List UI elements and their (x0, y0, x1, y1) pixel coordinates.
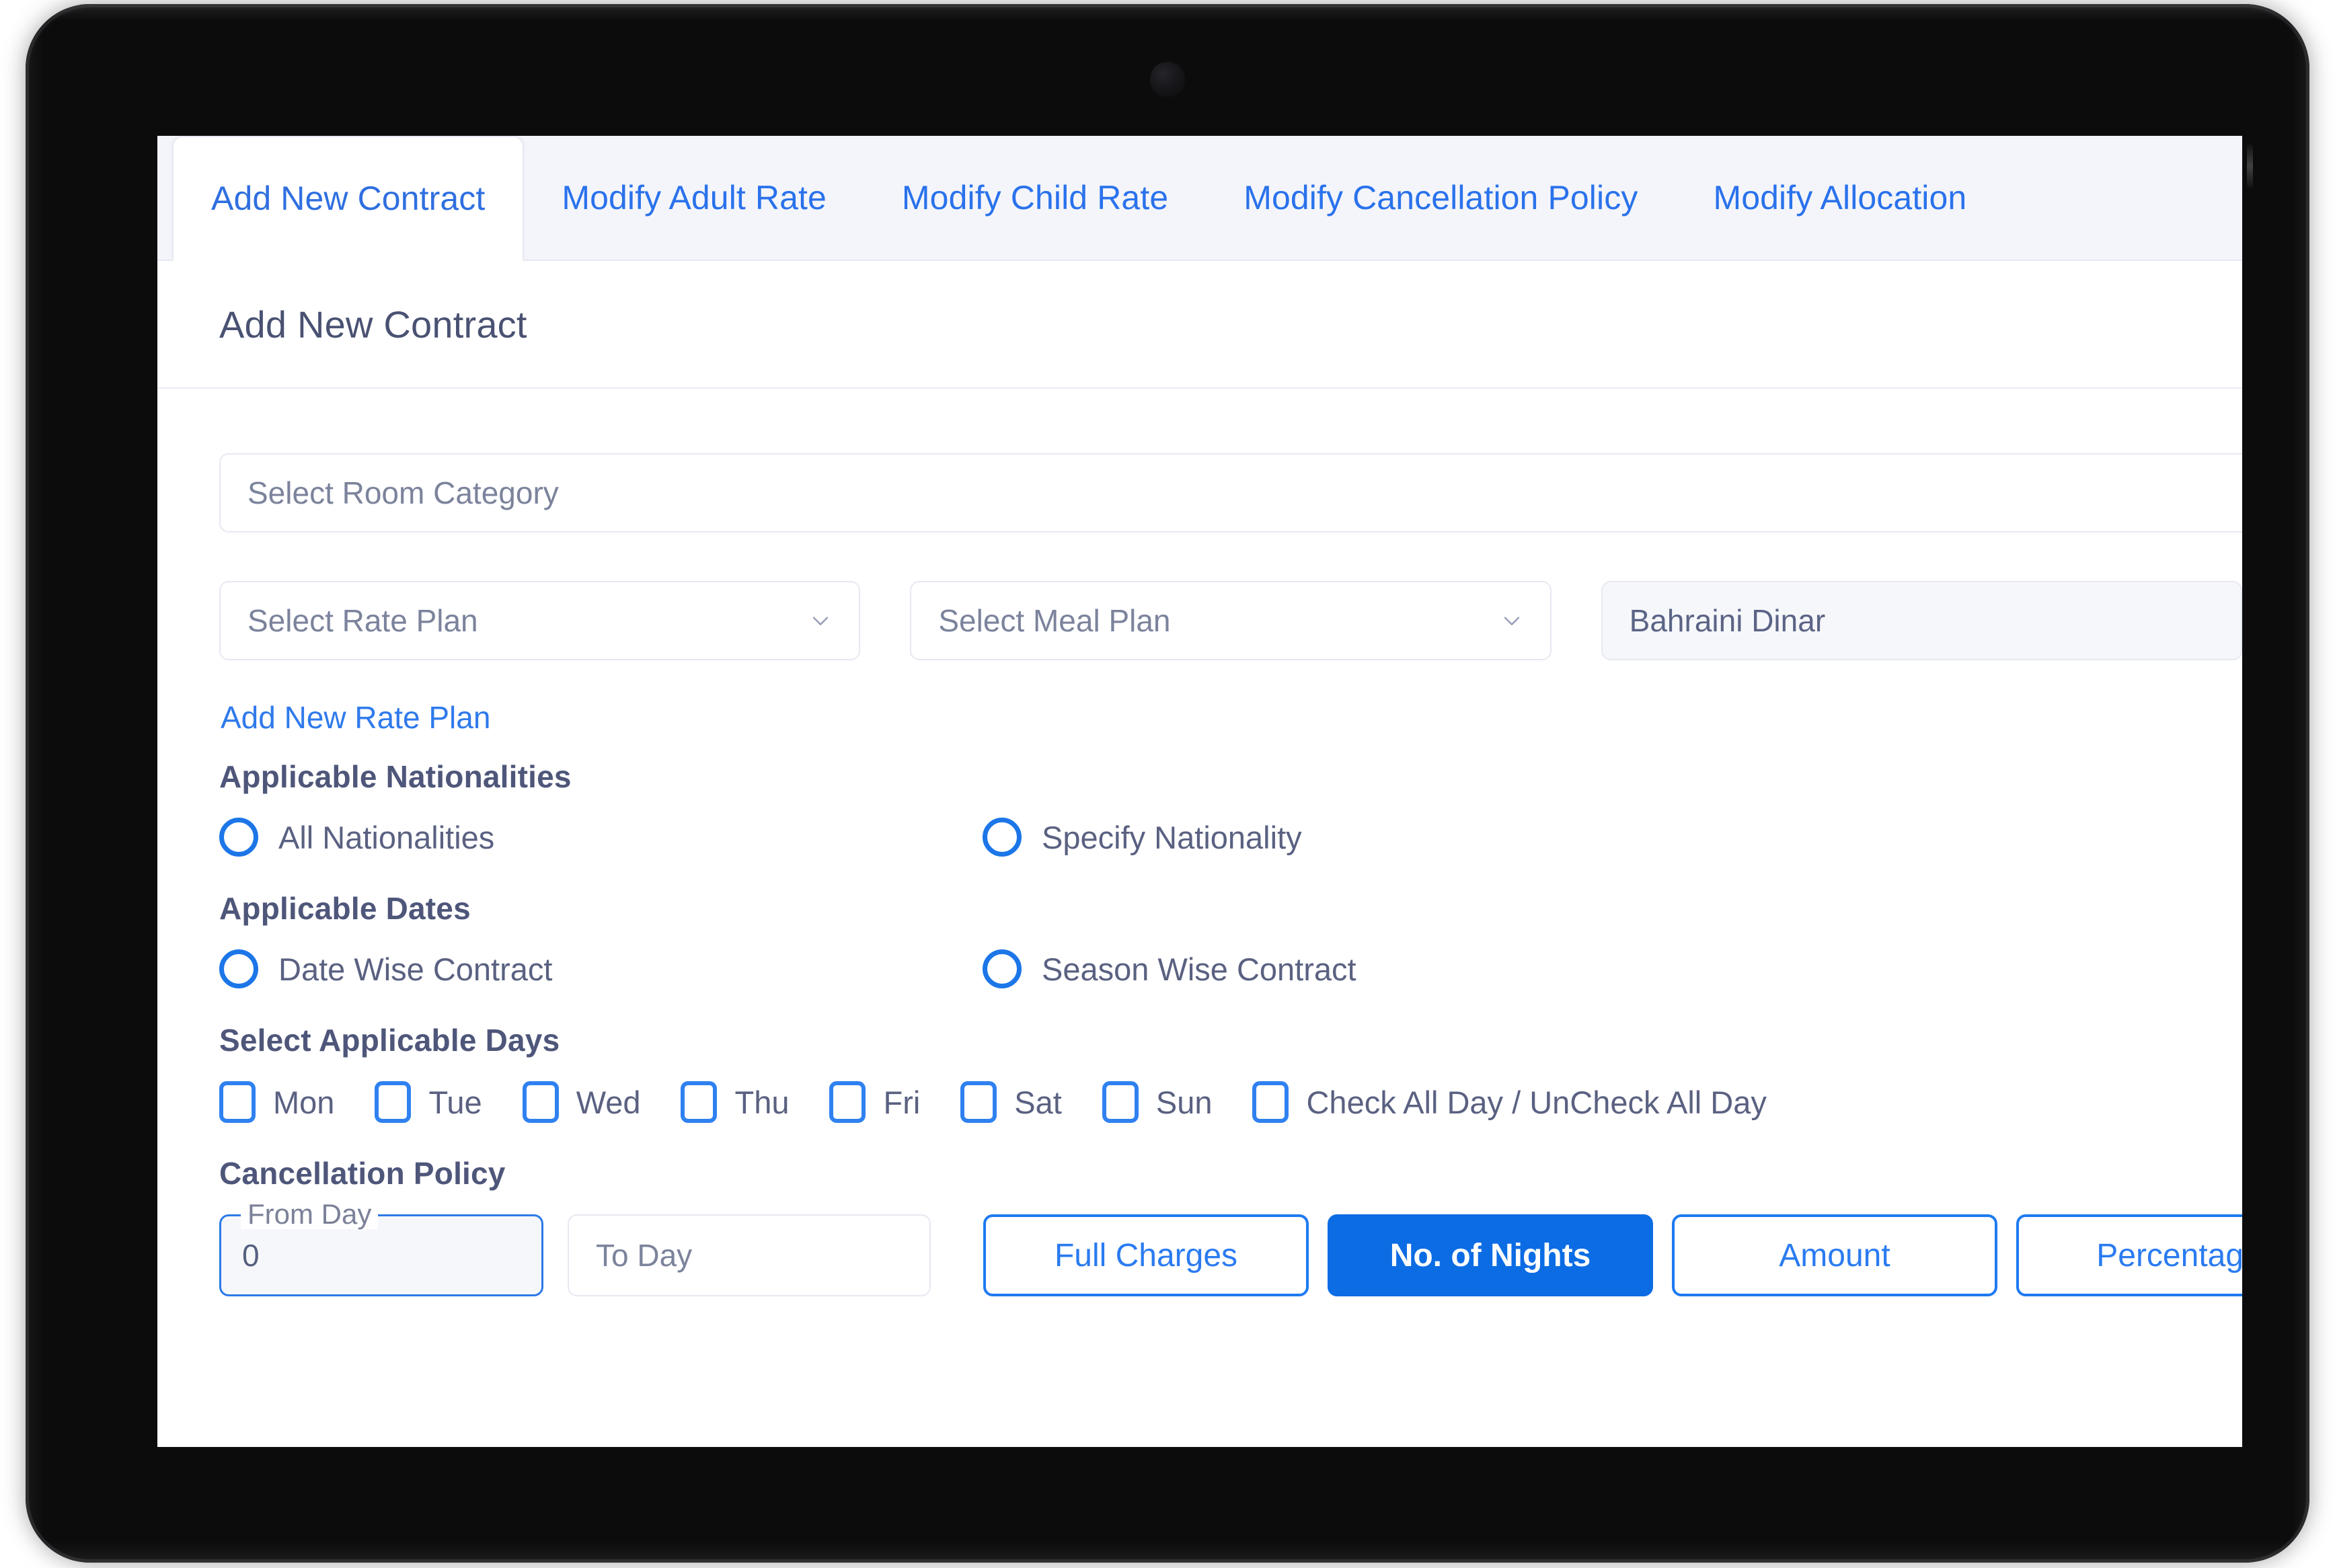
cancellation-policy-label: Cancellation Policy (219, 1156, 506, 1191)
tablet-device-frame: Add New Contract Modify Adult Rate Modif… (26, 4, 2309, 1563)
checkbox-label: Check All Day / UnCheck All Day (1306, 1084, 1767, 1120)
tab-modify-adult-rate[interactable]: Modify Adult Rate (524, 136, 864, 260)
radio-label: Date Wise Contract (278, 951, 553, 987)
chevron-down-icon (1504, 617, 1519, 625)
nationality-radio-group: All Nationalities Specify Nationality (219, 818, 2242, 857)
radio-label: Specify Nationality (1042, 819, 1302, 855)
radio-label: Season Wise Contract (1042, 951, 1356, 987)
percentage-button[interactable]: Percentage (2016, 1214, 2242, 1296)
to-day-input[interactable]: To Day (568, 1214, 931, 1296)
button-label: Full Charges (1054, 1237, 1238, 1273)
tab-add-new-contract[interactable]: Add New Contract (172, 136, 525, 261)
button-label: Percentage (2096, 1237, 2242, 1273)
tab-modify-cancellation-policy[interactable]: Modify Cancellation Policy (1206, 136, 1675, 260)
cancellation-policy-row: From Day 0 To Day Full Charges No. of Ni… (219, 1198, 2242, 1296)
checkbox-label: Wed (576, 1084, 641, 1120)
checkbox-square-icon (375, 1081, 412, 1123)
checkbox-label: Sun (1155, 1084, 1213, 1120)
front-camera-icon (1150, 62, 1185, 97)
from-day-value: 0 (242, 1238, 260, 1273)
full-charges-button[interactable]: Full Charges (983, 1214, 1309, 1296)
tab-bar: Add New Contract Modify Adult Rate Modif… (157, 136, 2242, 261)
tab-label: Modify Child Rate (901, 179, 1169, 217)
rate-plan-placeholder: Select Rate Plan (247, 603, 478, 638)
radio-circle-icon (219, 949, 258, 988)
tablet-screen: Add New Contract Modify Adult Rate Modif… (157, 136, 2242, 1447)
checkbox-mon[interactable]: Mon (219, 1081, 334, 1123)
tab-modify-child-rate[interactable]: Modify Child Rate (864, 136, 1206, 260)
room-category-select[interactable]: Select Room Category (219, 453, 2242, 533)
button-label: Amount (1779, 1237, 1890, 1273)
page-title: Add New Contract (219, 303, 527, 346)
from-day-label-text: From Day (247, 1198, 372, 1230)
checkbox-wed[interactable]: Wed (522, 1081, 641, 1123)
checkbox-sat[interactable]: Sat (960, 1081, 1062, 1123)
tab-label: Modify Allocation (1713, 179, 1967, 217)
tab-modify-allocation[interactable]: Modify Allocation (1675, 136, 2004, 260)
checkbox-square-icon (1252, 1081, 1289, 1123)
currency-value: Bahraini Dinar (1629, 603, 1826, 638)
button-label: No. of Nights (1389, 1237, 1591, 1273)
checkbox-square-icon (1102, 1081, 1139, 1123)
no-of-nights-button[interactable]: No. of Nights (1328, 1214, 1653, 1296)
rate-plan-select[interactable]: Select Rate Plan (219, 581, 861, 660)
room-category-placeholder: Select Room Category (247, 475, 559, 510)
checkbox-check-all-days[interactable]: Check All Day / UnCheck All Day (1252, 1081, 1767, 1123)
meal-plan-select[interactable]: Select Meal Plan (910, 581, 1552, 660)
checkbox-square-icon (522, 1081, 559, 1123)
checkbox-label: Thu (734, 1084, 790, 1120)
applicable-days-group: Mon Tue Wed Thu Fri Sat Sun Check All Da… (219, 1081, 2242, 1123)
from-day-input[interactable]: From Day 0 (219, 1198, 543, 1296)
checkbox-square-icon (960, 1081, 997, 1123)
from-day-label: From Day (241, 1198, 379, 1230)
radio-circle-icon (219, 818, 258, 857)
checkbox-thu[interactable]: Thu (681, 1081, 789, 1123)
checkbox-label: Mon (273, 1084, 335, 1120)
to-day-placeholder: To Day (596, 1238, 693, 1273)
radio-label: All Nationalities (278, 819, 495, 855)
radio-date-wise-contract[interactable]: Date Wise Contract (219, 949, 983, 988)
radio-specify-nationality[interactable]: Specify Nationality (983, 818, 1746, 857)
checkbox-square-icon (829, 1081, 866, 1123)
applicable-dates-label: Applicable Dates (219, 891, 471, 926)
applicable-nationalities-label: Applicable Nationalities (219, 759, 572, 794)
page-header: Add New Contract (157, 261, 2242, 389)
tab-label: Add New Contract (211, 180, 486, 217)
add-new-rate-plan-link[interactable]: Add New Rate Plan (221, 699, 490, 736)
contract-form: Select Room Category Select Rate Plan Se… (157, 389, 2242, 1296)
currency-field[interactable]: Bahraini Dinar (1601, 581, 2242, 660)
checkbox-tue[interactable]: Tue (375, 1081, 482, 1123)
radio-circle-icon (983, 949, 1022, 988)
checkbox-fri[interactable]: Fri (829, 1081, 920, 1123)
side-button-icon[interactable] (2247, 144, 2253, 188)
checkbox-label: Tue (428, 1084, 482, 1120)
radio-circle-icon (983, 818, 1022, 857)
radio-all-nationalities[interactable]: All Nationalities (219, 818, 983, 857)
tab-label: Modify Cancellation Policy (1243, 179, 1638, 217)
dates-radio-group: Date Wise Contract Season Wise Contract (219, 949, 2242, 988)
amount-button[interactable]: Amount (1672, 1214, 1997, 1296)
checkbox-square-icon (219, 1081, 256, 1123)
plan-row: Select Rate Plan Select Meal Plan Bahrai… (219, 581, 2242, 660)
chevron-down-icon (813, 617, 829, 625)
checkbox-sun[interactable]: Sun (1102, 1081, 1213, 1123)
checkbox-label: Sat (1014, 1084, 1062, 1120)
checkbox-square-icon (681, 1081, 718, 1123)
select-applicable-days-label: Select Applicable Days (219, 1023, 560, 1058)
checkbox-label: Fri (883, 1084, 921, 1120)
tab-label: Modify Adult Rate (562, 179, 827, 217)
meal-plan-placeholder: Select Meal Plan (938, 603, 1171, 638)
radio-season-wise-contract[interactable]: Season Wise Contract (983, 949, 1746, 988)
